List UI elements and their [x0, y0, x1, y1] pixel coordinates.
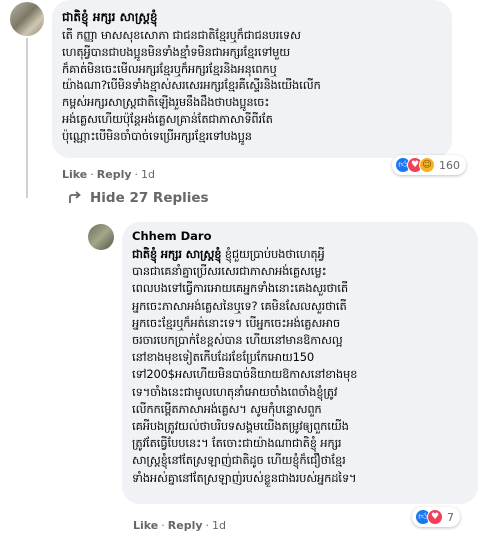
reaction-count: 160 [439, 158, 460, 172]
reply-like-button[interactable]: Like [133, 519, 158, 532]
comment-text: តើ កញ្ញា មាសសុខសោភា ជាជនជាតិខ្មែរឬក៏ជាជន… [62, 28, 321, 143]
comment-author[interactable]: ជាតិខ្ញុំ អក្សរ សាស្ត្រខ្ញុំ [62, 9, 157, 27]
reply-text: ជាតិខ្ញុំ អក្សរ សាស្ត្រខ្ញុំ ខ្ញុំជួយប្រ… [132, 246, 472, 487]
hide-replies-button[interactable]: Hide 27 Replies [68, 190, 209, 206]
comment-actions: Like · Reply · 1d [62, 168, 155, 181]
reply-author[interactable]: Chhem Daro [132, 229, 211, 243]
avatar[interactable] [10, 2, 44, 36]
reply-button[interactable]: Reply [97, 168, 132, 181]
reply-reply-button[interactable]: Reply [168, 519, 203, 532]
reply-reaction-count: 7 [447, 510, 454, 524]
comment-timestamp[interactable]: 1d [141, 168, 155, 181]
separator-dot: · [205, 519, 210, 532]
reaction-summary[interactable]: 👍︎ ♥ ☺ 160 [392, 155, 466, 175]
haha-icon: ☺ [419, 157, 435, 173]
hide-replies-label: Hide 27 Replies [90, 190, 209, 206]
separator-dot: · [90, 168, 94, 181]
separator-dot: · [134, 168, 139, 181]
corner-up-arrow-icon [69, 191, 81, 203]
thread-connector-line [26, 38, 28, 198]
reply-body: ខ្ញុំជួយប្រាប់បងថាហេតុអ្វី បានជាគេនាំគ្ន… [132, 247, 358, 485]
reply-reaction-summary[interactable]: 👍︎ ♥ 7 [412, 507, 460, 527]
reply-timestamp[interactable]: 1d [212, 519, 226, 532]
reply-actions: Like · Reply · 1d [133, 519, 226, 532]
mention-tag[interactable]: ជាតិខ្ញុំ អក្សរ សាស្ត្រខ្ញុំ [132, 247, 222, 261]
love-icon: ♥ [427, 509, 443, 525]
reply-avatar[interactable] [88, 224, 114, 250]
separator-dot: · [161, 519, 165, 532]
like-button[interactable]: Like [62, 168, 87, 181]
